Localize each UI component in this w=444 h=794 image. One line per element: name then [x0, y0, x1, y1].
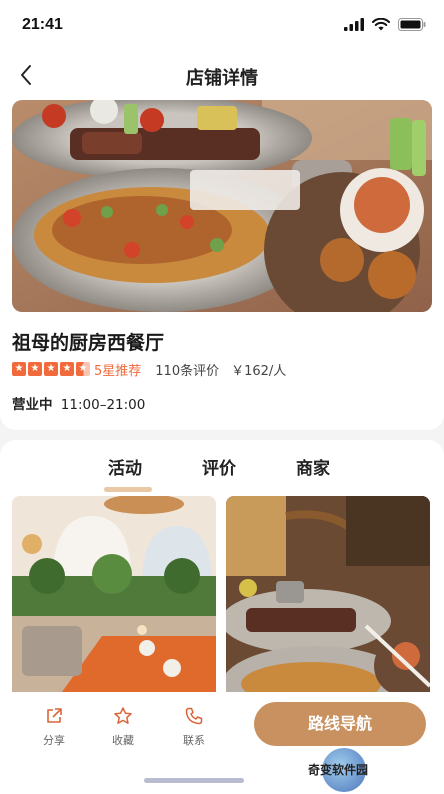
- content-tab-card: 活动 评价 商家: [0, 440, 444, 700]
- tab-merchant[interactable]: 商家: [296, 454, 330, 479]
- home-indicator[interactable]: [144, 778, 244, 783]
- phone-icon: [185, 707, 203, 725]
- watermark: 奇变软件园: [308, 748, 432, 792]
- route-navigation-button[interactable]: 路线导航: [254, 702, 426, 746]
- activity-photo-interior[interactable]: [12, 496, 216, 700]
- nav-bar: 店铺详情: [0, 52, 444, 98]
- contact-button[interactable]: 联系: [174, 706, 214, 748]
- status-bar: 21:41: [0, 0, 444, 52]
- favorite-label: 收藏: [112, 734, 134, 747]
- star-icon: ★: [12, 362, 26, 376]
- star-icon: ★: [60, 362, 74, 376]
- shop-hero-image[interactable]: [12, 100, 432, 312]
- tab-activity[interactable]: 活动: [108, 454, 142, 479]
- business-hours: 营业中 11:00–21:00: [12, 393, 145, 413]
- rating-row: ★ ★ ★ ★ ★ 5星推荐 110条评价 ￥162/人: [12, 360, 287, 379]
- tab-bar: 活动 评价 商家: [0, 454, 444, 492]
- star-icon: ★: [44, 362, 58, 376]
- signal-icon: [344, 18, 364, 31]
- star-icon: ★: [28, 362, 42, 376]
- tab-reviews[interactable]: 评价: [202, 454, 236, 479]
- active-tab-indicator: [104, 487, 152, 492]
- price-per-person: ￥162/人: [231, 363, 287, 379]
- status-icons: [344, 18, 426, 31]
- favorite-button[interactable]: 收藏: [103, 706, 143, 748]
- watermark-text: 奇变软件园: [308, 763, 369, 777]
- page-title: 店铺详情: [186, 68, 258, 89]
- wifi-icon: [372, 18, 390, 31]
- activity-photo-dishes[interactable]: [226, 496, 430, 700]
- rating-stars: ★ ★ ★ ★ ★: [12, 362, 90, 376]
- hours-range: 11:00–21:00: [60, 397, 146, 413]
- review-count[interactable]: 110条评价: [155, 360, 219, 379]
- status-time: 21:41: [22, 16, 63, 33]
- shop-name: 祖母的厨房西餐厅: [12, 332, 165, 354]
- contact-label: 联系: [183, 734, 205, 747]
- share-button[interactable]: 分享: [34, 706, 74, 748]
- star-outline-icon: [114, 707, 132, 724]
- business-status: 营业中: [12, 397, 53, 413]
- battery-icon: [398, 18, 426, 31]
- share-label: 分享: [43, 734, 65, 747]
- rating-label: 5星推荐: [94, 363, 142, 379]
- star-half-icon: ★: [76, 362, 90, 376]
- share-icon: [47, 708, 62, 723]
- shop-info-card: 祖母的厨房西餐厅 ★ ★ ★ ★ ★ 5星推荐 110条评价 ￥162/人 营业…: [0, 98, 444, 430]
